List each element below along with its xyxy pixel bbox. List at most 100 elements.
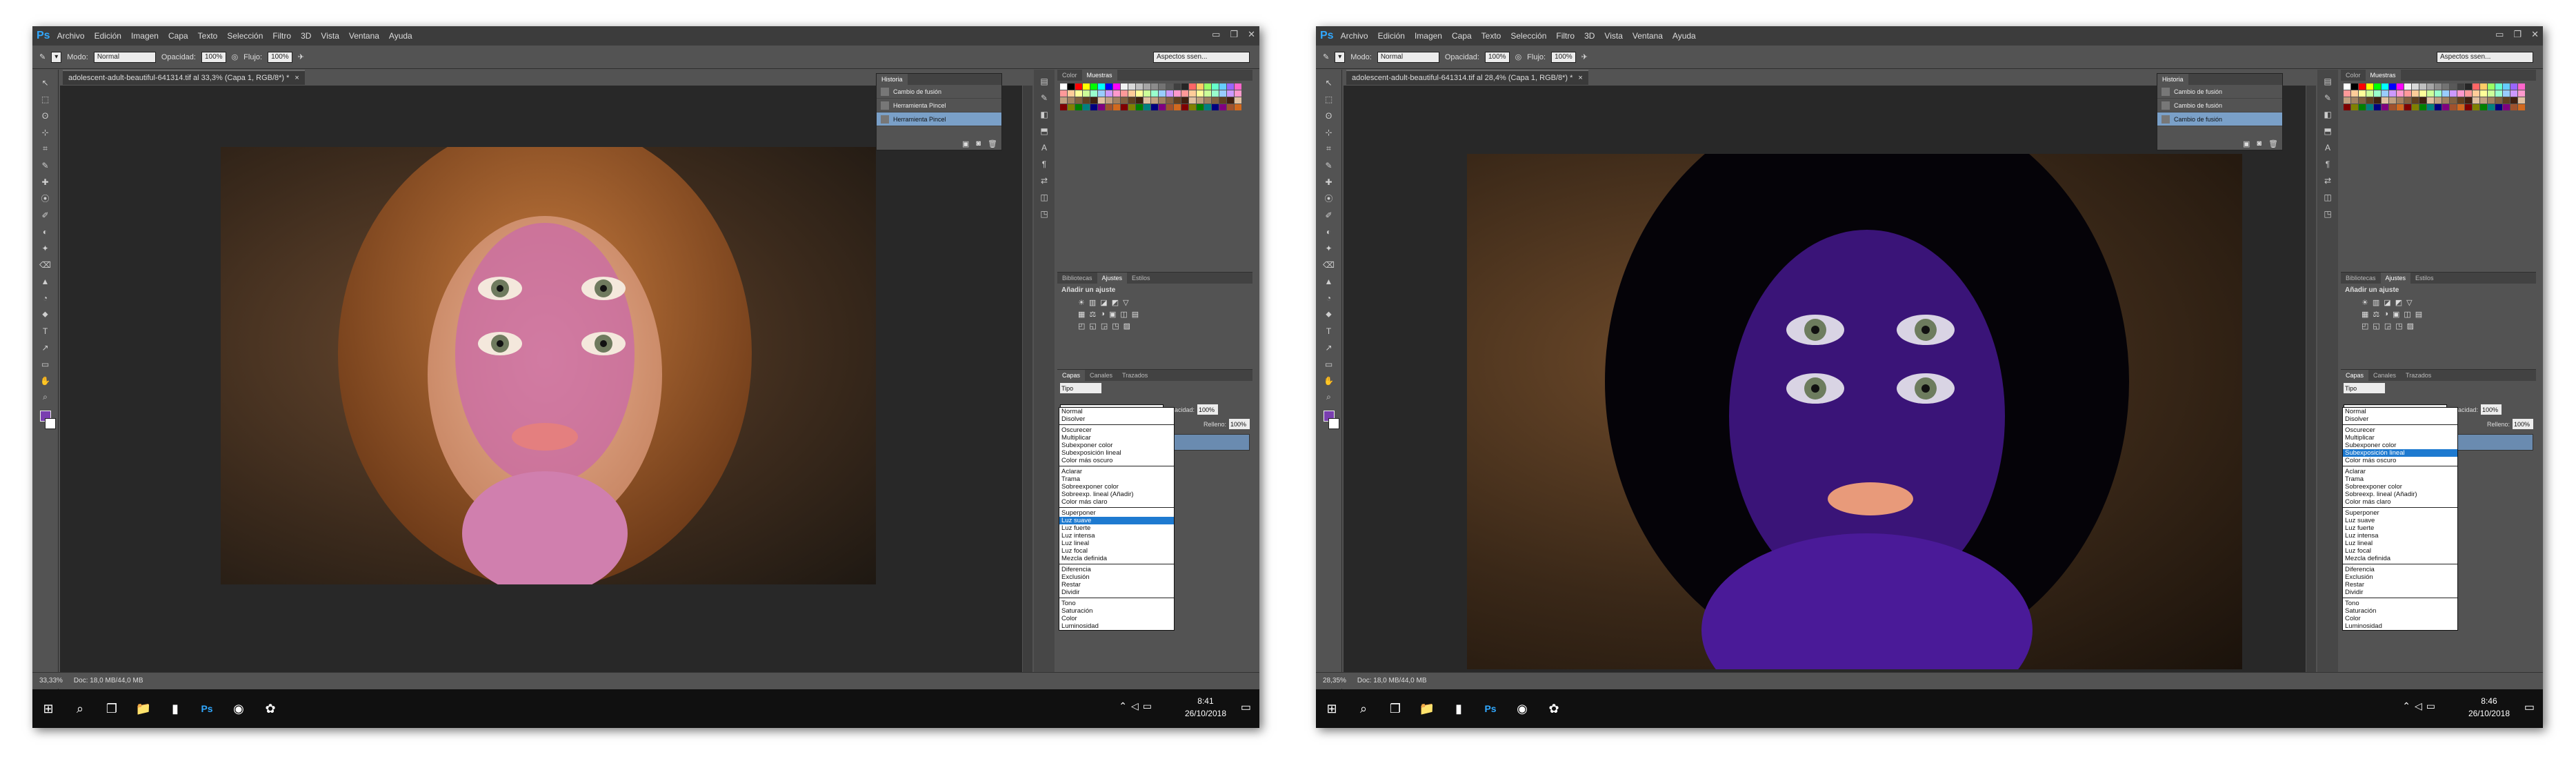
- color-swatch[interactable]: [2427, 97, 2434, 103]
- color-swatch[interactable]: [1128, 90, 1135, 97]
- layer-opacity-input[interactable]: 100%: [1197, 404, 1219, 415]
- blend-mode-option[interactable]: Exclusión: [1059, 573, 1174, 581]
- app-icon[interactable]: ✿: [1538, 693, 1570, 724]
- color-swatch[interactable]: [2427, 83, 2434, 90]
- color-swatch[interactable]: [1068, 104, 1075, 110]
- tab-swatches[interactable]: Muestras: [2365, 70, 2401, 81]
- dock-5-icon[interactable]: ¶: [1042, 159, 1046, 169]
- adjustment-0-4-icon[interactable]: ▽: [2406, 298, 2412, 307]
- color-swatch[interactable]: [2374, 104, 2381, 110]
- color-swatch[interactable]: [2397, 104, 2404, 110]
- tool-12-icon[interactable]: ▲: [1321, 274, 1337, 288]
- color-swatch[interactable]: [2518, 83, 2525, 90]
- document-info[interactable]: Doc: 18,0 MB/44,0 MB: [74, 677, 143, 684]
- task-view-icon[interactable]: ❐: [96, 693, 128, 724]
- blend-mode-option[interactable]: Subexposición lineal: [1059, 449, 1174, 457]
- menu-item[interactable]: Filtro: [1556, 31, 1575, 41]
- tab-history[interactable]: Historia: [2157, 74, 2188, 85]
- tool-10-icon[interactable]: ✦: [1321, 241, 1337, 255]
- tab-channels[interactable]: Canales: [1085, 370, 1117, 381]
- adjustment-0-0-icon[interactable]: ☀: [2362, 298, 2368, 307]
- color-swatch[interactable]: [2382, 97, 2388, 103]
- color-swatch[interactable]: [2488, 97, 2495, 103]
- color-swatch[interactable]: [1075, 104, 1082, 110]
- color-swatch[interactable]: [1219, 97, 1226, 103]
- tool-3-icon[interactable]: ⊹: [1321, 125, 1337, 139]
- workspace-select[interactable]: Aspectos ssen...: [2437, 51, 2533, 63]
- tool-11-icon[interactable]: ⌫: [37, 257, 54, 272]
- color-swatch[interactable]: [2389, 90, 2396, 97]
- color-swatch[interactable]: [1075, 97, 1082, 103]
- menu-item[interactable]: Vista: [1604, 31, 1622, 41]
- blend-mode-option[interactable]: Luz fuerte: [2343, 524, 2457, 532]
- dock-7-icon[interactable]: ◫: [2324, 193, 2331, 202]
- tool-0-icon[interactable]: ↖: [1321, 75, 1337, 90]
- color-swatch[interactable]: [1136, 97, 1143, 103]
- color-swatch[interactable]: [1098, 97, 1105, 103]
- color-swatch[interactable]: [1098, 83, 1105, 90]
- color-swatch[interactable]: [2359, 104, 2366, 110]
- photoshop-taskbar-icon[interactable]: Ps: [191, 693, 223, 724]
- color-swatch[interactable]: [2397, 90, 2404, 97]
- color-swatch[interactable]: [2480, 83, 2487, 90]
- blend-mode-option[interactable]: Luz intensa: [1059, 532, 1174, 540]
- color-swatch[interactable]: [1166, 97, 1173, 103]
- color-swatch[interactable]: [2465, 104, 2472, 110]
- blend-mode-option[interactable]: Restar: [2343, 581, 2457, 589]
- history-step[interactable]: Herramienta Pincel: [877, 99, 1001, 112]
- tab-adjustments[interactable]: Ajustes: [1097, 273, 1128, 284]
- color-swatch[interactable]: [2495, 90, 2502, 97]
- adjustment-1-2-icon[interactable]: ◑: [2384, 310, 2388, 319]
- layer-kind-select[interactable]: Tipo: [1060, 383, 1101, 393]
- color-swatch[interactable]: [1204, 83, 1211, 90]
- color-swatch[interactable]: [2457, 97, 2464, 103]
- new-snapshot-icon[interactable]: ▣: [962, 139, 969, 148]
- camera-icon[interactable]: ◙: [976, 139, 981, 148]
- color-swatch[interactable]: [2374, 83, 2381, 90]
- color-swatch[interactable]: [2495, 97, 2502, 103]
- blend-mode-option[interactable]: Sobreexponer color: [1059, 483, 1174, 491]
- tool-11-icon[interactable]: ⌫: [1321, 257, 1337, 272]
- blend-mode-option[interactable]: Tono: [1059, 600, 1174, 607]
- color-swatch[interactable]: [1121, 97, 1128, 103]
- color-swatch[interactable]: [1098, 90, 1105, 97]
- color-swatch[interactable]: [1159, 104, 1166, 110]
- blend-mode-option[interactable]: Dividir: [1059, 589, 1174, 596]
- color-swatch[interactable]: [2366, 97, 2373, 103]
- color-swatch[interactable]: [2359, 83, 2366, 90]
- color-swatch[interactable]: [2435, 90, 2442, 97]
- tab-paths[interactable]: Trazados: [1117, 370, 1152, 381]
- tool-12-icon[interactable]: ▲: [37, 274, 54, 288]
- history-step[interactable]: Cambio de fusión: [2157, 85, 2282, 99]
- blend-mode-option[interactable]: Diferencia: [1059, 566, 1174, 573]
- color-swatch[interactable]: [2412, 104, 2419, 110]
- menu-item[interactable]: Selección: [227, 31, 263, 41]
- blend-mode-option[interactable]: Normal: [1059, 408, 1174, 415]
- layer-row[interactable]: [2451, 434, 2533, 451]
- adjustment-2-2-icon[interactable]: ◲: [1101, 322, 1108, 331]
- dock-8-icon[interactable]: ◳: [1040, 209, 1048, 219]
- adjustment-2-4-icon[interactable]: ▨: [1124, 322, 1130, 331]
- tool-7-icon[interactable]: ⦿: [37, 191, 54, 206]
- adjustment-0-3-icon[interactable]: ◩: [2395, 298, 2402, 307]
- menu-item[interactable]: 3D: [301, 31, 311, 41]
- color-swatch[interactable]: [2488, 90, 2495, 97]
- windows-start-icon[interactable]: ⊞: [32, 693, 64, 724]
- background-color-swatch[interactable]: [1328, 418, 1339, 429]
- brush-preset-picker[interactable]: ▾: [1335, 51, 1346, 63]
- blend-mode-option[interactable]: Sobreexp. lineal (Añadir): [1059, 491, 1174, 498]
- blend-mode-option[interactable]: Luz suave: [1059, 517, 1174, 524]
- color-swatch[interactable]: [1204, 97, 1211, 103]
- adjustment-0-0-icon[interactable]: ☀: [1078, 298, 1085, 307]
- color-swatch[interactable]: [2503, 83, 2510, 90]
- color-swatch[interactable]: [2442, 104, 2449, 110]
- blend-mode-option[interactable]: Luz lineal: [2343, 540, 2457, 547]
- menu-item[interactable]: Imagen: [131, 31, 159, 41]
- photoshop-taskbar-icon[interactable]: Ps: [1475, 693, 1506, 724]
- color-swatch[interactable]: [1174, 97, 1181, 103]
- tool-6-icon[interactable]: ✚: [1321, 175, 1337, 189]
- blend-mode-option[interactable]: Subexposición lineal: [2343, 449, 2457, 457]
- tool-1-icon[interactable]: ⬚: [1321, 92, 1337, 106]
- color-swatch[interactable]: [1159, 90, 1166, 97]
- color-swatch[interactable]: [1212, 104, 1219, 110]
